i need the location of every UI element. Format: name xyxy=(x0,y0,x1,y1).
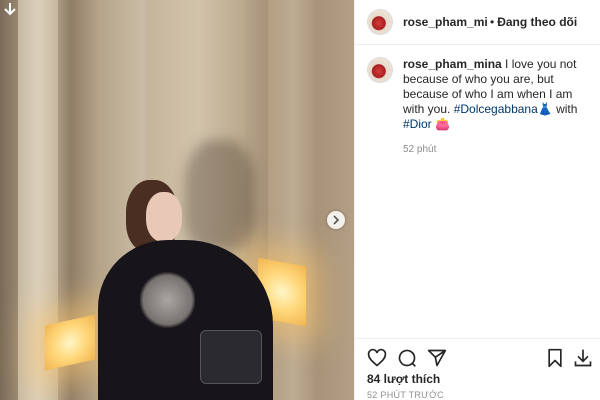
hashtag-link[interactable]: #Dior xyxy=(403,117,432,131)
wall-lamp xyxy=(45,314,95,371)
avatar[interactable] xyxy=(367,57,393,83)
post-sidebar: rose_pham_mina • Đang theo dõi rose_pham… xyxy=(354,0,600,400)
caption-comment: rose_pham_mina I love you not because of… xyxy=(355,45,600,157)
wall-highlight xyxy=(268,0,318,400)
heart-icon[interactable] xyxy=(367,348,387,368)
caption-username-link[interactable]: rose_pham_mina xyxy=(403,57,502,71)
comment-time[interactable]: 52 phút xyxy=(403,142,588,157)
comment-bubble-icon[interactable] xyxy=(397,348,417,368)
avatar[interactable] xyxy=(367,9,393,35)
model-face xyxy=(146,192,182,242)
post-header: rose_pham_mina • Đang theo dõi xyxy=(355,0,600,45)
chevron-right-icon xyxy=(333,215,340,225)
separator-dot: • xyxy=(490,15,495,29)
post-date[interactable]: 52 PHÚT TRƯỚC xyxy=(367,390,444,400)
caption-text: rose_pham_mina I love you not because of… xyxy=(403,57,588,157)
dress-embroidery xyxy=(140,270,195,330)
like-count[interactable]: 84 lượt thích xyxy=(367,372,440,386)
bookmark-icon[interactable] xyxy=(545,348,565,368)
dress-emoji: 👗 xyxy=(537,102,553,116)
shadow xyxy=(185,140,255,250)
handbag xyxy=(200,330,262,384)
next-photo-button[interactable] xyxy=(327,211,345,229)
download-arrow-icon[interactable] xyxy=(2,2,18,18)
username-link[interactable]: rose_pham_mina xyxy=(403,15,487,29)
paper-plane-icon[interactable] xyxy=(427,348,447,368)
purse-emoji: 👛 xyxy=(435,117,450,131)
hashtag-link[interactable]: #Dolcegabbana xyxy=(454,102,538,116)
download-tray-icon[interactable] xyxy=(573,348,593,368)
following-button[interactable]: Đang theo dõi xyxy=(497,15,577,29)
caption-body: with xyxy=(552,102,578,116)
post-photo[interactable] xyxy=(0,0,354,400)
